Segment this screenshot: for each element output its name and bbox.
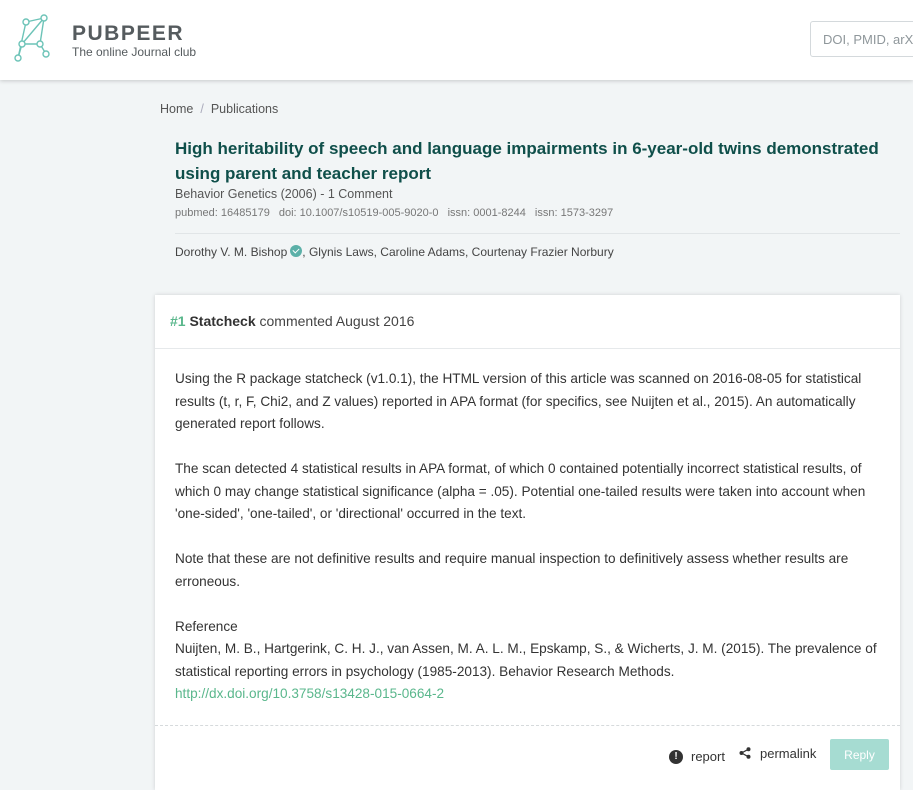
share-icon[interactable]	[739, 747, 751, 759]
comment-number[interactable]: #1	[170, 313, 186, 329]
brand-name[interactable]: PUBPEER	[72, 22, 184, 46]
doi-id: doi: 10.1007/s10519-005-9020-0	[278, 207, 439, 219]
top-navbar: PUBPEER The online Journal club	[0, 0, 913, 80]
breadcrumb-publications[interactable]: Publications	[211, 102, 278, 116]
comment-paragraph: Using the R package statcheck (v1.0.1), …	[175, 371, 862, 431]
issn-online: issn: 1573-3297	[534, 207, 614, 219]
reply-button[interactable]: Reply	[830, 739, 889, 770]
verified-icon	[290, 245, 303, 257]
author-list: Dorothy V. M. Bishop , Glynis Laws, Carol…	[175, 245, 614, 259]
pubmed-id: pubmed: 16485179	[175, 207, 270, 219]
comment-paragraph: Note that these are not definitive resul…	[175, 551, 849, 589]
comment-card: #1 Statcheck commented August 2016 Using…	[155, 295, 900, 790]
comment-header: #1 Statcheck commented August 2016	[155, 295, 900, 349]
divider	[175, 233, 900, 234]
publication-title: High heritability of speech and language…	[175, 139, 879, 183]
author-others: , Glynis Laws, Caroline Adams, Courtenay…	[302, 245, 614, 259]
comment-paragraph: The scan detected 4 statistical results …	[175, 461, 866, 521]
issn-print: issn: 0001-8244	[447, 207, 526, 219]
breadcrumb: Home / Publications	[160, 102, 278, 116]
comment-date: commented August 2016	[259, 313, 415, 329]
comment-body: Using the R package statcheck (v1.0.1), …	[175, 368, 880, 706]
brand-tagline: The online Journal club	[72, 45, 197, 59]
report-link[interactable]: report	[691, 749, 725, 764]
breadcrumb-separator: /	[200, 102, 204, 116]
reference-link[interactable]: http://dx.doi.org/10.3758/s13428-015-066…	[175, 686, 444, 701]
breadcrumb-home[interactable]: Home	[160, 102, 193, 116]
comment-author[interactable]: Statcheck	[189, 313, 255, 329]
publication-identifiers: pubmed: 16485179 doi: 10.1007/s10519-005…	[175, 207, 619, 219]
reference-text: Nuijten, M. B., Hartgerink, C. H. J., va…	[175, 641, 877, 679]
footer-divider	[155, 725, 900, 726]
search-input[interactable]	[810, 21, 913, 57]
reference-heading: Reference	[175, 618, 238, 634]
comment-meta: #1 Statcheck commented August 2016	[170, 313, 414, 329]
permalink-link[interactable]: permalink	[760, 746, 816, 761]
pubpeer-logo-icon[interactable]	[12, 14, 52, 66]
publication-journal: Behavior Genetics (2006) - 1 Comment	[175, 187, 393, 201]
report-icon[interactable]: !	[669, 750, 683, 764]
author-verified[interactable]: Dorothy V. M. Bishop	[175, 245, 287, 259]
